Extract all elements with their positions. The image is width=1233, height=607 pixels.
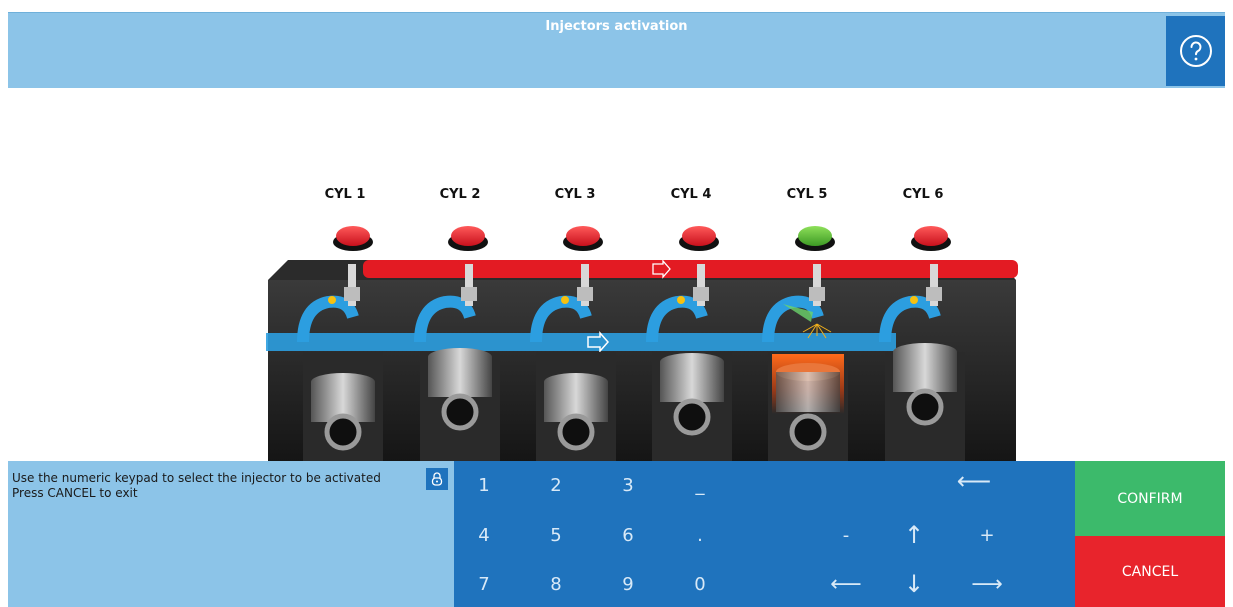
instruction-line-2: Press CANCEL to exit [12,486,138,500]
status-light-cyl-2 [448,226,488,251]
header-bar: Injectors activation [8,12,1225,88]
question-circle-icon [1179,35,1212,67]
status-light-cyl-5 [795,226,835,251]
key-minus[interactable]: - [816,515,876,555]
instruction-line-1: Use the numeric keypad to select the inj… [12,471,381,485]
status-light-cyl-6 [911,226,951,251]
lock-button[interactable] [426,468,448,490]
cancel-button[interactable]: CANCEL [1075,536,1225,607]
key-down[interactable]: ↓ [884,564,944,604]
status-lights [333,226,951,251]
key-6[interactable]: 6 [598,515,658,555]
key-left[interactable]: ⟵ [816,564,876,604]
key-0[interactable]: 0 [670,564,730,604]
confirm-button[interactable]: CONFIRM [1075,461,1225,536]
engine-diagram [266,226,1018,462]
key-underscore[interactable]: _ [670,465,730,505]
numeric-keypad: 1 2 3 _ ⟵ 4 5 6 . - ↑ + 7 8 9 0 ⟵ ↓ ⟶ [454,461,1075,607]
key-1[interactable]: 1 [454,465,514,505]
key-backspace[interactable]: ⟵ [944,461,1004,501]
status-light-cyl-1 [333,226,373,251]
status-light-cyl-3 [563,226,603,251]
help-button[interactable] [1166,16,1225,86]
key-9[interactable]: 9 [598,564,658,604]
key-3[interactable]: 3 [598,465,658,505]
key-4[interactable]: 4 [454,515,514,555]
key-right[interactable]: ⟶ [957,564,1017,604]
app-window: Injectors activation CYL 1 CYL 2 CYL 3 C… [8,12,1225,607]
key-up[interactable]: ↑ [884,515,944,555]
page-title: Injectors activation [545,19,688,34]
key-plus[interactable]: + [957,515,1017,555]
instructions-text: Use the numeric keypad to select the inj… [12,471,412,501]
key-5[interactable]: 5 [526,515,586,555]
status-light-cyl-4 [679,226,719,251]
key-7[interactable]: 7 [454,564,514,604]
key-2[interactable]: 2 [526,465,586,505]
lock-icon [431,472,443,486]
key-dot[interactable]: . [670,515,730,555]
instructions-panel: Use the numeric keypad to select the inj… [8,461,454,607]
key-8[interactable]: 8 [526,564,586,604]
